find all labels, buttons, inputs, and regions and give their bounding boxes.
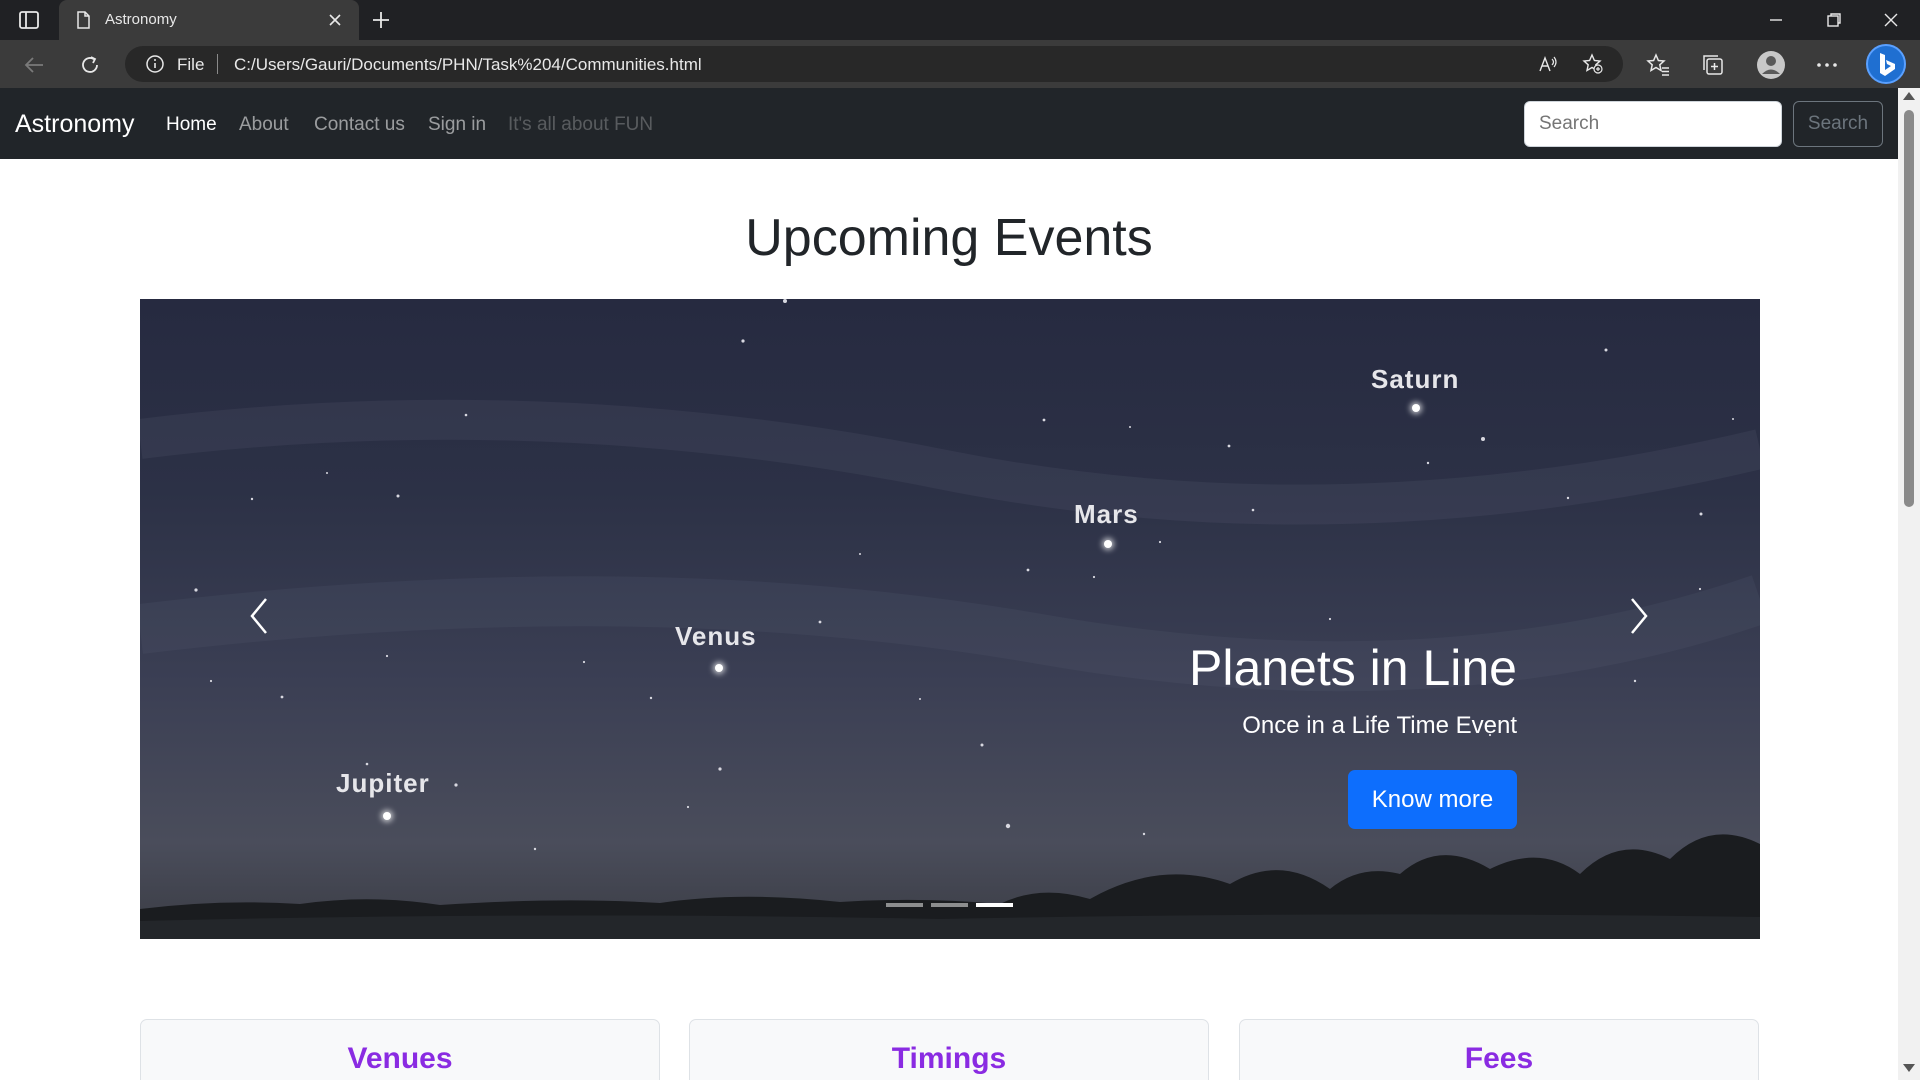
planet-label-venus: Venus (675, 621, 757, 651)
planet-label-mars: Mars (1074, 499, 1139, 529)
card-title-fees: Fees (1464, 1042, 1534, 1075)
search-input[interactable] (1524, 101, 1782, 147)
planet-dot-mars (1104, 540, 1112, 548)
scrollbar-thumb[interactable] (1904, 110, 1914, 507)
carousel-indicator-3[interactable] (976, 903, 1013, 907)
address-scheme: File (177, 55, 205, 74)
carousel-next-icon[interactable] (1618, 591, 1658, 641)
card-timings: Timings (689, 1019, 1209, 1080)
card-venues: Venues (140, 1019, 660, 1080)
workspaces-icon[interactable] (18, 9, 40, 31)
profile-avatar-icon[interactable] (1756, 50, 1786, 80)
search-button[interactable]: Search (1793, 101, 1883, 147)
collections-icon[interactable] (1700, 52, 1726, 78)
brand-logo-link[interactable]: Astronomy (15, 110, 134, 139)
planet-dot-venus (715, 664, 723, 672)
address-url[interactable]: C:/Users/Gauri/Documents/PHN/Task%204/Co… (234, 55, 702, 75)
address-bar[interactable]: File C:/Users/Gauri/Documents/PHN/Task%2… (125, 46, 1623, 82)
nav-link-sign-in[interactable]: Sign in (428, 114, 486, 136)
know-more-button[interactable]: Know more (1348, 770, 1517, 829)
bing-logo-icon (1880, 53, 1895, 76)
nav-link-fun-disabled: It's all about FUN (508, 114, 654, 135)
planet-dot-saturn (1412, 404, 1420, 412)
events-carousel: Saturn Mars Venus Jupiter Planets in Lin… (140, 299, 1760, 939)
planet-label-saturn: Saturn (1371, 364, 1460, 394)
info-icon[interactable] (145, 54, 165, 74)
refresh-icon[interactable] (77, 52, 103, 78)
site-navbar: Astronomy Home About Contact us Sign in … (0, 88, 1898, 159)
tab-title: Astronomy (105, 11, 177, 28)
slide-caption-text: Once in a Life Time Event (1242, 712, 1517, 739)
page-scrollbar[interactable] (1898, 88, 1920, 1080)
slide-caption-title: Planets in Line (1188, 640, 1517, 696)
add-favorite-icon[interactable] (1582, 53, 1604, 75)
page-title: Upcoming Events (745, 209, 1153, 267)
page-icon (77, 11, 90, 29)
new-tab-icon[interactable] (370, 9, 392, 31)
browser-tab-strip: Astronomy (0, 0, 1920, 40)
card-title-venues: Venues (347, 1042, 453, 1075)
address-divider (217, 54, 218, 74)
copilot-icon[interactable] (1866, 44, 1906, 84)
card-fees: Fees (1239, 1019, 1759, 1080)
night-sky-image (140, 299, 1760, 939)
nav-link-about[interactable]: About (239, 114, 289, 136)
read-aloud-icon[interactable] (1537, 53, 1559, 75)
close-window-icon[interactable] (1879, 8, 1903, 32)
scroll-up-arrow-icon[interactable] (1903, 92, 1915, 100)
minimize-icon[interactable] (1764, 8, 1788, 32)
scroll-down-arrow-icon[interactable] (1903, 1064, 1915, 1072)
carousel-prev-icon[interactable] (240, 591, 280, 641)
back-icon[interactable] (22, 52, 48, 78)
close-tab-icon[interactable] (325, 10, 345, 30)
more-options-icon[interactable] (1814, 52, 1840, 78)
planet-label-jupiter: Jupiter (336, 768, 430, 798)
planet-dot-jupiter (383, 812, 391, 820)
carousel-indicator-1[interactable] (886, 903, 923, 907)
carousel-indicator-2[interactable] (931, 903, 968, 907)
restore-icon[interactable] (1822, 8, 1846, 32)
browser-toolbar: File C:/Users/Gauri/Documents/PHN/Task%2… (0, 40, 1920, 88)
favorites-icon[interactable] (1645, 52, 1671, 78)
card-title-timings: Timings (891, 1042, 1007, 1075)
browser-tab[interactable]: Astronomy (59, 0, 359, 40)
nav-link-contact[interactable]: Contact us (314, 114, 405, 136)
nav-link-home[interactable]: Home (166, 114, 217, 136)
